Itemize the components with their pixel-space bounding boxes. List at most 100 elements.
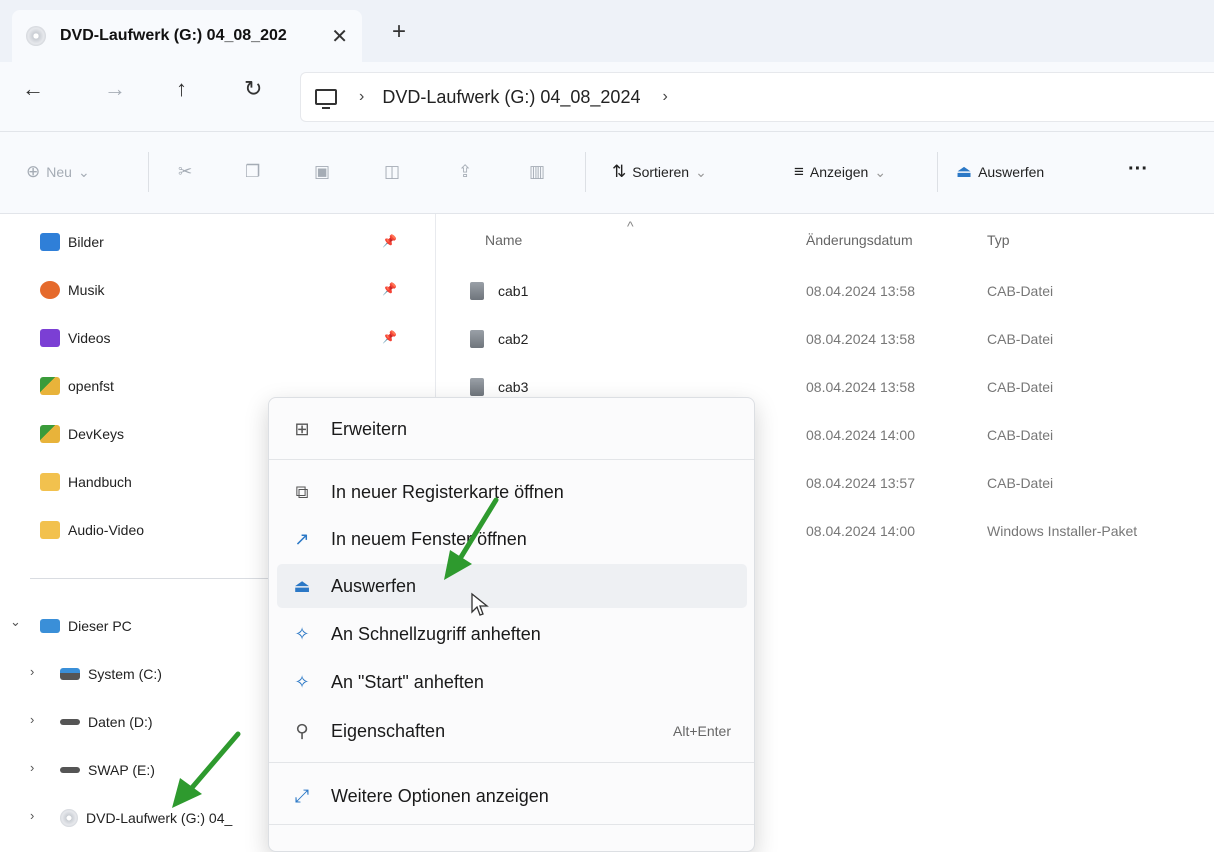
share-button[interactable]: ⇪	[458, 162, 478, 182]
navigation-bar: ← → ↑ ↻ › DVD-Laufwerk (G:) 04_08_2024 ›	[0, 62, 1214, 132]
sort-arrows-icon: ⇅	[612, 162, 627, 181]
sidebar-item-audio-video[interactable]: Audio-Video	[40, 510, 144, 550]
breadcrumb-chevron-icon[interactable]: ›	[359, 88, 364, 106]
close-tab-icon[interactable]: ✕	[331, 24, 348, 49]
videos-icon	[40, 329, 60, 347]
new-label: Neu	[46, 164, 72, 180]
new-button[interactable]: ⊕ Neu ⌄	[26, 162, 90, 182]
chevron-down-icon: ⌄	[874, 163, 887, 180]
menu-item-eject[interactable]: ⏏ Auswerfen	[277, 564, 747, 608]
trash-icon: ▥	[529, 162, 546, 181]
paste-icon: ▣	[314, 162, 331, 181]
context-menu: ⊞ Erweitern ⧉ In neuer Registerkarte öff…	[268, 397, 755, 852]
tab-dvd-drive[interactable]: DVD-Laufwerk (G:) 04_08_202 ✕	[12, 10, 362, 62]
new-tab-button[interactable]: +	[392, 18, 406, 46]
sidebar-item-swap-e[interactable]: SWAP (E:)	[60, 750, 155, 790]
chevron-down-icon: ⌄	[695, 163, 707, 180]
sort-label: Sortieren	[632, 164, 690, 180]
folder-icon	[40, 425, 60, 443]
more-options-button[interactable]: ···	[1128, 158, 1148, 181]
menu-separator	[269, 762, 754, 763]
command-bar: ⊕ Neu ⌄ ✂ ❐ ▣ ◫ ⇪ ▥ ⇅ Sortieren ⌄ ≡ Anze…	[0, 132, 1214, 214]
breadcrumb-location[interactable]: DVD-Laufwerk (G:) 04_08_2024	[382, 87, 640, 108]
chevron-right-icon[interactable]: ›	[30, 664, 34, 679]
file-row[interactable]: cab1 08.04.2024 13:58 CAB-Datei	[436, 268, 1214, 316]
expand-icon: ⊞	[294, 418, 310, 439]
sort-ascending-icon: ^	[627, 218, 634, 234]
sidebar-item-this-pc[interactable]: Dieser PC	[40, 606, 132, 646]
sidebar-item-openfst[interactable]: openfst	[40, 366, 114, 406]
column-header-date[interactable]: Änderungsdatum	[806, 232, 913, 248]
sidebar-item-label: Dieser PC	[68, 618, 132, 634]
rename-button[interactable]: ◫	[384, 162, 406, 182]
folder-icon	[40, 377, 60, 395]
cab-file-icon	[470, 378, 484, 396]
sidebar-item-label: Bilder	[68, 234, 104, 250]
menu-item-more-options[interactable]: ⤢ Weitere Optionen anzeigen	[277, 774, 747, 818]
cut-button[interactable]: ✂	[178, 162, 198, 182]
new-tab-icon: ⧉	[295, 481, 309, 502]
menu-item-label: Weitere Optionen anzeigen	[331, 785, 549, 806]
sidebar-item-handbuch[interactable]: Handbuch	[40, 462, 132, 502]
address-bar[interactable]: › DVD-Laufwerk (G:) 04_08_2024 ›	[300, 72, 1214, 122]
paste-button[interactable]: ▣	[314, 162, 336, 182]
menu-item-open-new-tab[interactable]: ⧉ In neuer Registerkarte öffnen	[277, 470, 747, 514]
chevron-right-icon[interactable]: ›	[30, 760, 34, 775]
pin-icon[interactable]: 📌	[382, 282, 397, 296]
chevron-down-icon[interactable]: ⌄	[10, 614, 21, 630]
sidebar-item-system-c[interactable]: System (C:)	[60, 654, 162, 694]
file-type: Windows Installer-Paket	[987, 523, 1138, 539]
file-date: 08.04.2024 14:00	[806, 427, 915, 443]
wrench-icon: ⚲	[295, 720, 309, 741]
pin-icon[interactable]: 📌	[382, 330, 397, 344]
pin-icon: ✧	[294, 671, 310, 692]
eject-icon: ⏏	[956, 162, 973, 181]
sidebar-item-daten-d[interactable]: Daten (D:)	[60, 702, 153, 742]
back-button[interactable]: ←	[22, 76, 44, 102]
eject-icon: ⏏	[293, 575, 311, 596]
sidebar-item-label: Audio-Video	[68, 522, 145, 538]
drive-icon	[60, 668, 80, 680]
up-button[interactable]: ↑	[176, 76, 187, 102]
sidebar-item-label: DVD-Laufwerk (G:) 04_	[86, 810, 233, 826]
title-bar: DVD-Laufwerk (G:) 04_08_202 ✕ +	[0, 0, 1214, 62]
menu-item-properties[interactable]: ⚲ Eigenschaften Alt+Enter	[277, 709, 747, 753]
refresh-button[interactable]: ↻	[244, 76, 262, 102]
file-date: 08.04.2024 13:58	[806, 379, 915, 395]
menu-item-pin-quick-access[interactable]: ✧ An Schnellzugriff anheften	[277, 612, 747, 656]
delete-button[interactable]: ▥	[529, 162, 551, 182]
sidebar-item-musik[interactable]: Musik	[40, 270, 105, 310]
menu-item-pin-start[interactable]: ✧ An "Start" anheften	[277, 660, 747, 704]
menu-item-label: Erweitern	[331, 418, 408, 439]
eject-button[interactable]: ⏏ Auswerfen	[956, 162, 1044, 182]
chevron-right-icon[interactable]: ›	[30, 808, 34, 823]
copy-button[interactable]: ❐	[245, 162, 266, 182]
view-button[interactable]: ≡ Anzeigen ⌄	[794, 162, 886, 182]
more-options-icon: ⤢	[294, 785, 310, 806]
file-row[interactable]: cab2 08.04.2024 13:58 CAB-Datei	[436, 316, 1214, 364]
forward-button[interactable]: →	[104, 76, 126, 102]
sidebar-item-devkeys[interactable]: DevKeys	[40, 414, 124, 454]
computer-icon[interactable]	[315, 89, 337, 109]
menu-item-label: Eigenschaften	[331, 720, 446, 741]
monitor-icon	[40, 619, 60, 633]
toolbar-divider	[937, 152, 938, 192]
open-window-icon: ↗	[294, 528, 310, 549]
file-type: CAB-Datei	[987, 475, 1054, 491]
sidebar-item-label: System (C:)	[88, 666, 162, 682]
sort-button[interactable]: ⇅ Sortieren ⌄	[612, 162, 707, 182]
sidebar-item-bilder[interactable]: Bilder	[40, 222, 104, 262]
column-header-name[interactable]: Name	[485, 232, 522, 248]
annotation-arrow-icon	[444, 497, 499, 580]
sidebar-item-videos[interactable]: Videos	[40, 318, 111, 358]
menu-item-open-new-window[interactable]: ↗ In neuem Fenster öffnen	[277, 517, 747, 561]
column-header-type[interactable]: Typ	[987, 232, 1010, 248]
pin-icon[interactable]: 📌	[382, 234, 397, 248]
copy-icon: ❐	[245, 162, 261, 181]
chevron-right-icon[interactable]: ›	[30, 712, 34, 727]
breadcrumb-chevron-end-icon[interactable]: ›	[662, 88, 667, 106]
file-name: cab3	[498, 379, 529, 395]
annotation-arrow-icon	[172, 731, 241, 808]
sidebar-item-label: Musik	[68, 282, 105, 298]
menu-item-expand[interactable]: ⊞ Erweitern	[277, 407, 747, 451]
